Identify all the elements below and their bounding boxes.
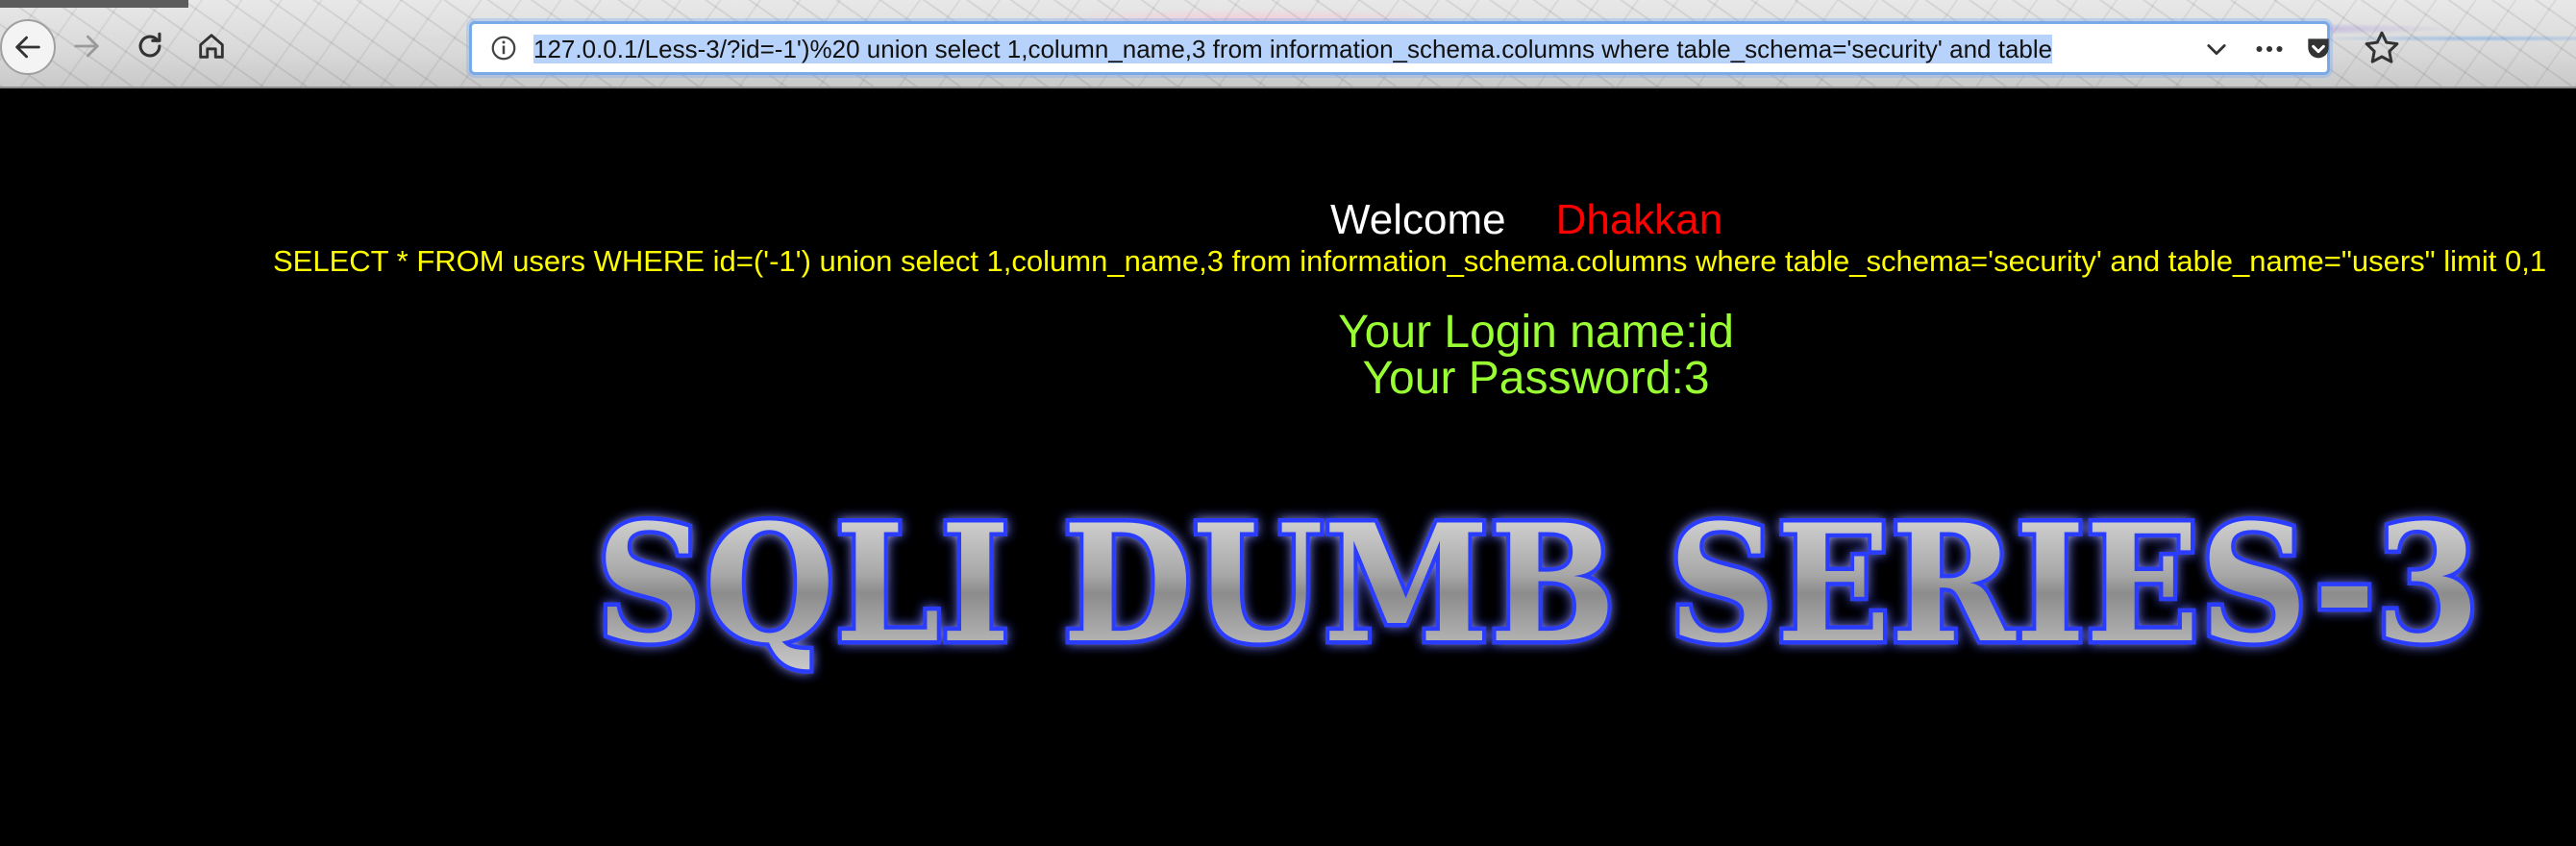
reload-button[interactable] bbox=[123, 19, 177, 73]
forward-button[interactable] bbox=[60, 19, 113, 73]
sql-query-text: SELECT * FROM users WHERE id=('-1') unio… bbox=[273, 244, 2547, 278]
chevron-down-icon[interactable] bbox=[2202, 36, 2231, 62]
home-button[interactable] bbox=[185, 19, 238, 73]
info-icon[interactable] bbox=[489, 34, 518, 62]
active-tab-strip[interactable] bbox=[0, 0, 188, 8]
home-icon bbox=[199, 34, 224, 59]
url-selection: 127.0.0.1/Less-3/?id=-1')%20 union selec… bbox=[533, 35, 2053, 63]
more-icon[interactable] bbox=[2252, 36, 2287, 62]
login-name-text: Your Login name:id bbox=[1338, 307, 1734, 358]
password-text: Your Password:3 bbox=[1362, 353, 1710, 404]
back-icon bbox=[15, 36, 40, 59]
banner-text: SQLI DUMB SERIES-3 bbox=[596, 496, 2480, 679]
forward-icon bbox=[74, 35, 99, 58]
page-content: Welcome Dhakkan SELECT * FROM users WHERE… bbox=[0, 88, 2576, 846]
url-text[interactable]: 127.0.0.1/Less-3/?id=-1')%20 union selec… bbox=[533, 33, 2189, 65]
address-bar[interactable]: 127.0.0.1/Less-3/?id=-1')%20 union selec… bbox=[469, 21, 2330, 75]
star-icon[interactable] bbox=[2363, 29, 2401, 67]
pocket-icon[interactable] bbox=[2302, 34, 2335, 64]
welcome-line: Welcome Dhakkan bbox=[1330, 196, 1722, 244]
welcome-text: Welcome bbox=[1330, 196, 1506, 243]
sqli-dumb-series-banner: SQLI DUMB SERIES-3 bbox=[592, 496, 2485, 684]
browser-toolbar: 127.0.0.1/Less-3/?id=-1')%20 union selec… bbox=[0, 0, 2576, 88]
reload-icon bbox=[138, 32, 161, 58]
username-text: Dhakkan bbox=[1555, 196, 1723, 243]
back-button[interactable] bbox=[0, 19, 56, 75]
